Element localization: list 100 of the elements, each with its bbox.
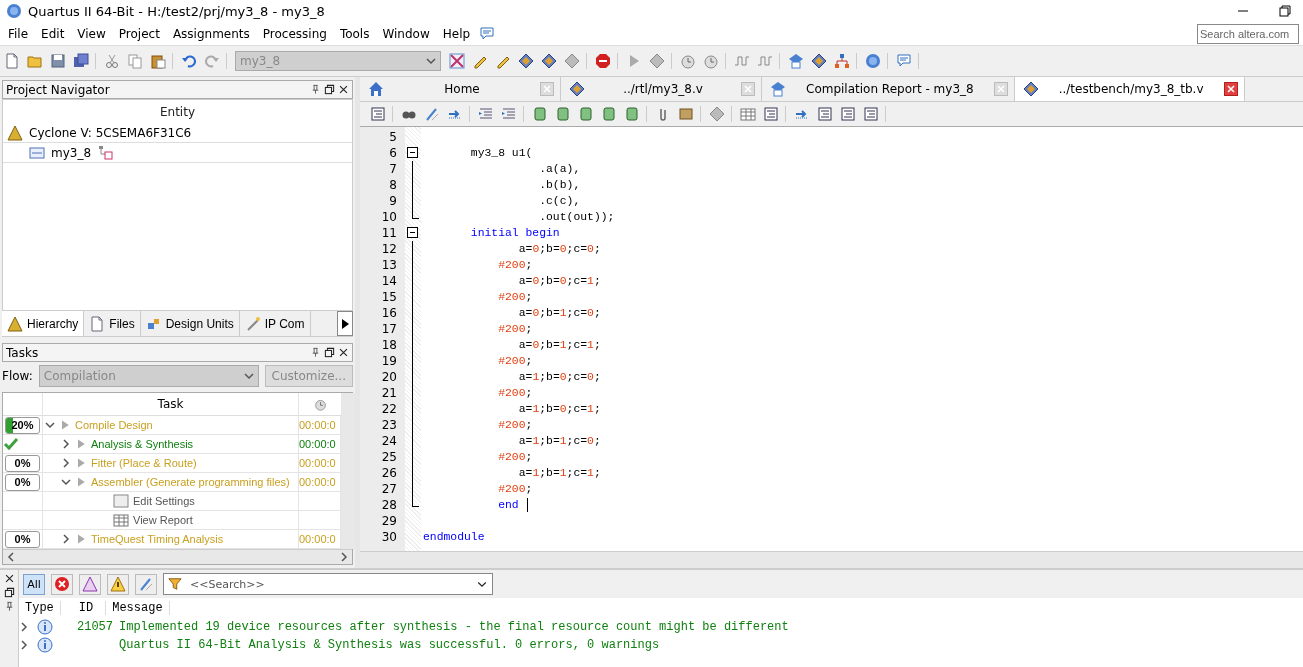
stopwatch-icon[interactable]: [313, 397, 327, 411]
expand-caret-icon[interactable]: [19, 622, 29, 632]
suppressed-filter-button[interactable]: [135, 573, 157, 595]
panel-tab[interactable]: Hierarchy: [2, 311, 85, 336]
column-header[interactable]: Type: [19, 601, 61, 615]
menu-item[interactable]: Edit: [37, 24, 74, 43]
scrollbar[interactable]: [3, 549, 352, 564]
column-header[interactable]: Entity: [3, 100, 352, 123]
waveform-icon[interactable]: [734, 53, 750, 69]
stacked-disks-icon[interactable]: [73, 53, 89, 69]
line-number: 30: [380, 529, 398, 545]
redo-icon[interactable]: [204, 53, 220, 69]
fold-toggle[interactable]: [407, 227, 418, 238]
clipboard-icon[interactable]: [150, 53, 166, 69]
code-line: a=1;b=0;c=0;: [517, 370, 601, 385]
window-icon[interactable]: [370, 106, 386, 122]
task-name[interactable]: Edit Settings: [133, 495, 195, 507]
restore-button[interactable]: [1279, 5, 1291, 17]
collapse-caret-icon[interactable]: [61, 477, 71, 487]
line-number: 28: [380, 497, 398, 513]
critical-warning-filter-button[interactable]: [79, 573, 101, 595]
play-icon[interactable]: [59, 419, 71, 431]
menu-item[interactable]: File: [4, 24, 38, 43]
task-name[interactable]: View Report: [133, 514, 193, 526]
column-header[interactable]: Task: [43, 393, 299, 416]
scroll-right-button[interactable]: [337, 311, 353, 336]
menu-item[interactable]: Tools: [335, 24, 379, 43]
pin-icon[interactable]: [310, 347, 321, 358]
close-icon[interactable]: [1223, 82, 1238, 96]
editor-tab[interactable]: ../rtl/my3_8.v: [561, 77, 762, 101]
menu-item[interactable]: Help: [438, 24, 480, 43]
folder-icon[interactable]: [27, 53, 43, 69]
menu-item[interactable]: Window: [378, 24, 439, 43]
search-field[interactable]: Search altera.com: [1197, 23, 1299, 44]
float-icon[interactable]: [3, 587, 15, 598]
task-name[interactable]: Analysis & Synthesis: [91, 438, 194, 450]
outdent-icon[interactable]: [501, 106, 517, 122]
float-icon[interactable]: [324, 84, 335, 95]
scissors-icon[interactable]: [104, 53, 120, 69]
code-line: .c(c),: [538, 194, 581, 209]
panel-title: Tasks: [6, 345, 39, 360]
tree-item[interactable]: my3_8: [51, 145, 92, 160]
stopwatch-icon[interactable]: [680, 53, 696, 69]
waveform-icon[interactable]: [757, 53, 773, 69]
editor-tab[interactable]: Compilation Report - my3_8: [762, 77, 1015, 101]
menu-item[interactable]: Processing: [258, 24, 336, 43]
indent-icon[interactable]: [478, 106, 494, 122]
tree-item[interactable]: Cyclone V: 5CSEMA6F31C6: [29, 125, 192, 140]
menu-item[interactable]: Project: [114, 24, 169, 43]
float-icon[interactable]: [324, 347, 335, 358]
code-line: #200;: [497, 482, 533, 497]
task-time: 00:00:0: [299, 457, 336, 469]
speech-bubble-icon[interactable]: [479, 25, 496, 42]
table-icon: [113, 512, 129, 528]
menu-item[interactable]: Assignments: [168, 24, 259, 43]
expand-caret-icon[interactable]: [61, 534, 71, 544]
filter-all-button[interactable]: All: [23, 573, 45, 595]
column-header[interactable]: ID: [60, 601, 107, 615]
play-icon[interactable]: [75, 533, 87, 545]
filter-dropdown[interactable]: <<Search>>: [163, 573, 493, 595]
close-icon[interactable]: [3, 573, 15, 584]
crossed-chip-icon[interactable]: [449, 53, 465, 69]
close-icon[interactable]: [338, 347, 349, 358]
new-file-icon[interactable]: [4, 53, 20, 69]
progress-text: 0%: [14, 476, 31, 488]
scrollbar[interactable]: [360, 551, 1303, 568]
undo-icon[interactable]: [181, 53, 197, 69]
expand-caret-icon[interactable]: [19, 640, 29, 650]
column-header[interactable]: Message: [106, 601, 170, 615]
play-icon[interactable]: [75, 476, 87, 488]
close-icon[interactable]: [338, 84, 349, 95]
menu-item[interactable]: View: [73, 24, 115, 43]
stop-icon[interactable]: [595, 53, 611, 69]
speech-bubble-icon[interactable]: [896, 53, 912, 69]
editor-tab[interactable]: ../testbench/my3_8_tb.v: [1014, 77, 1245, 101]
play-icon[interactable]: [75, 438, 87, 450]
error-icon: [54, 576, 70, 592]
play-icon[interactable]: [75, 457, 87, 469]
pin-icon[interactable]: [310, 84, 321, 95]
text-block-icon[interactable]: [840, 106, 856, 122]
copy-icon[interactable]: [127, 53, 143, 69]
scroll-right-icon[interactable]: [339, 552, 349, 562]
help-icon[interactable]: [865, 53, 881, 69]
scrollbar[interactable]: [341, 393, 355, 549]
expand-caret-icon[interactable]: [61, 439, 71, 449]
error-filter-button[interactable]: [51, 573, 73, 595]
warning-filter-button[interactable]: [107, 573, 129, 595]
expand-caret-icon[interactable]: [61, 458, 71, 468]
network-icon[interactable]: [834, 53, 850, 69]
text-block-icon[interactable]: [863, 106, 879, 122]
text-block-icon[interactable]: [817, 106, 833, 122]
fold-toggle[interactable]: [407, 147, 418, 158]
line-number: 13: [380, 257, 398, 273]
stopwatch-icon[interactable]: [703, 53, 719, 69]
panel-title: Project Navigator: [6, 82, 110, 97]
funnel-icon[interactable]: [168, 577, 182, 591]
scroll-left-icon[interactable]: [6, 552, 16, 562]
editor-tab[interactable]: Home: [360, 77, 561, 101]
collapse-caret-icon[interactable]: [45, 420, 55, 430]
code-line: a=0;b=0;c=1;: [517, 274, 601, 289]
